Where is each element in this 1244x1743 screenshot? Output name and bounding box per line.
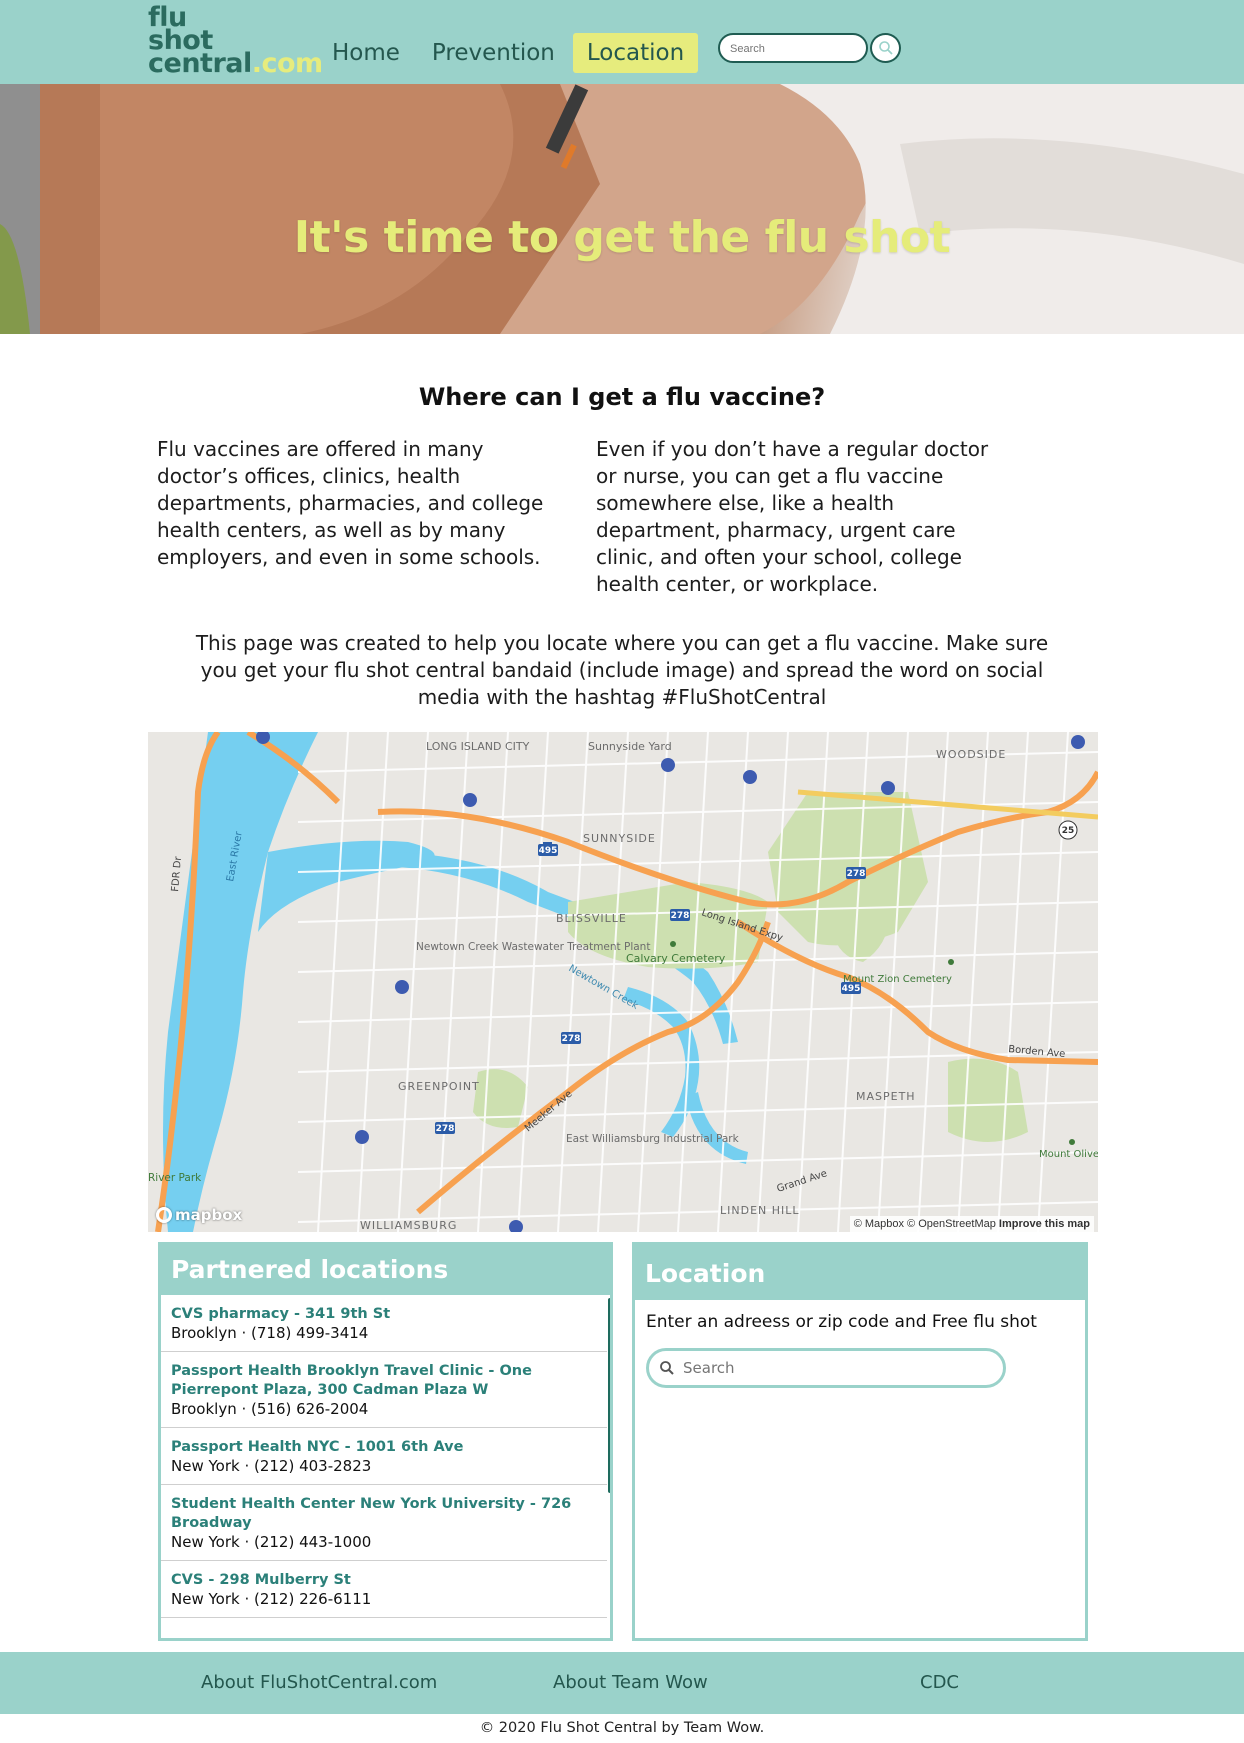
list-item[interactable]: Student Health Center New York Universit… [161, 1485, 607, 1561]
map-label-woodside: WOODSIDE [936, 748, 1006, 761]
header-search-input[interactable] [730, 43, 860, 55]
map-label-williamsburg: WILLIAMSBURG [360, 1219, 457, 1232]
map-shield-495-b: 495 [842, 984, 861, 994]
copyright-text: © 2020 Flu Shot Central by Team Wow. [479, 1720, 765, 1736]
intro-paragraph: This page was created to help you locate… [195, 631, 1049, 709]
map-shield-25: 25 [1062, 826, 1075, 836]
map-label-river-park: River Park [148, 1172, 202, 1184]
map-canvas[interactable]: 495 278 278 278 495 278 25 LONG ISLAND C… [148, 732, 1098, 1232]
map-shield-278-c: 278 [562, 1034, 581, 1044]
map-label-lic: LONG ISLAND CITY [426, 740, 530, 753]
location-map[interactable]: 495 278 278 278 495 278 25 LONG ISLAND C… [148, 732, 1098, 1232]
logo-suffix: .com [251, 48, 323, 79]
map-label-greenpoint: GREENPOINT [398, 1080, 480, 1093]
main-nav: Home Prevention Location [318, 33, 702, 73]
site-footer: About FluShotCentral.com About Team Wow … [0, 1652, 1244, 1714]
location-prompt: Enter an adreess or zip code and Free fl… [646, 1312, 1037, 1332]
map-label-newtown: Newtown Creek Wastewater Treatment Plant [416, 941, 650, 953]
map-label-linden-hill: LINDEN HILL [720, 1204, 800, 1217]
map-label-calvary: Calvary Cemetery [626, 952, 726, 965]
location-meta: New York · (212) 443-1000 [171, 1533, 372, 1551]
list-item[interactable]: Passport Health Brooklyn Travel Clinic -… [161, 1352, 607, 1428]
site-header: flu shot central.com Home Prevention Loc… [0, 0, 1244, 84]
map-label-sunnyside-yard: Sunnyside Yard [588, 740, 672, 753]
header-search-button[interactable] [870, 33, 901, 63]
map-shield-278-b: 278 [847, 869, 866, 879]
logo-line3: central.com [148, 50, 323, 77]
hero-photo [0, 84, 1244, 334]
logo-line3-text: central [148, 48, 252, 79]
paragraph-left: Flu vaccines are offered in many doctor’… [157, 437, 544, 569]
location-name[interactable]: CVS - 298 Mulberry St [171, 1571, 597, 1590]
location-search-input[interactable] [683, 1359, 983, 1377]
footer-link-about-team[interactable]: About Team Wow [553, 1672, 708, 1693]
mapbox-logo-text: mapbox [175, 1206, 243, 1224]
map-attribution-text[interactable]: © Mapbox © OpenStreetMap [854, 1218, 996, 1230]
map-shield-278-d: 278 [436, 1124, 455, 1134]
header-search [718, 33, 868, 63]
map-label-maspeth: MASPETH [856, 1090, 916, 1103]
map-label-mount-zion: Mount Zion Cemetery [843, 974, 952, 985]
section-title: Where can I get a flu vaccine? [418, 383, 826, 411]
nav-home[interactable]: Home [318, 33, 414, 73]
location-meta: New York · (212) 226-6111 [171, 1590, 372, 1608]
map-label-sunnyside: SUNNYSIDE [583, 832, 656, 845]
map-shield-278-a: 278 [671, 911, 690, 921]
magnifier-icon [878, 41, 893, 55]
location-name[interactable]: CVS pharmacy - 341 9th St [171, 1305, 597, 1324]
map-label-ewip: East Williamsburg Industrial Park [566, 1133, 740, 1145]
nav-location[interactable]: Location [572, 33, 699, 73]
location-name[interactable]: Passport Health Brooklyn Travel Clinic -… [171, 1362, 597, 1400]
map-label-blissville: BLISSVILLE [556, 912, 627, 925]
partnered-locations-title: Partnered locations [161, 1245, 610, 1295]
location-list[interactable]: CVS pharmacy - 341 9th St Brooklyn · (71… [161, 1295, 610, 1638]
partnered-locations-panel: Partnered locations CVS pharmacy - 341 9… [158, 1242, 613, 1641]
location-name[interactable]: Student Health Center New York Universit… [171, 1495, 597, 1533]
location-panel-title: Location [635, 1245, 1085, 1300]
search-icon [660, 1361, 674, 1375]
list-item[interactable]: Passport Health NYC - 1001 6th Ave New Y… [161, 1428, 607, 1485]
map-attribution: © Mapbox © OpenStreetMap Improve this ma… [849, 1216, 1094, 1232]
footer-link-about-site[interactable]: About FluShotCentral.com [201, 1672, 437, 1693]
nav-prevention[interactable]: Prevention [418, 33, 569, 73]
hero-title: It's time to get the flu shot [293, 212, 951, 263]
footer-link-cdc[interactable]: CDC [920, 1672, 959, 1693]
improve-map-link[interactable]: Improve this map [999, 1218, 1090, 1230]
list-item[interactable]: CVS - 298 Mulberry St New York · (212) 2… [161, 1561, 607, 1618]
location-name[interactable]: Passport Health NYC - 1001 6th Ave [171, 1438, 597, 1457]
map-label-mount-olivet: Mount Olivet Cemetery [1039, 1149, 1098, 1160]
map-shield-495-a: 495 [539, 846, 558, 856]
paragraph-right: Even if you don’t have a regular doctor … [596, 437, 989, 596]
location-search-panel: Location Enter an adreess or zip code an… [632, 1242, 1088, 1641]
list-scrollbar[interactable] [608, 1298, 610, 1493]
mapbox-ring-icon [156, 1207, 172, 1223]
hero-banner: It's time to get the flu shot [0, 84, 1244, 334]
location-meta: New York · (212) 403-2823 [171, 1457, 372, 1475]
location-meta: Brooklyn · (718) 499-3414 [171, 1324, 369, 1342]
location-meta: Brooklyn · (516) 626-2004 [171, 1400, 369, 1418]
list-item[interactable]: CVS pharmacy - 341 9th St Brooklyn · (71… [161, 1295, 607, 1352]
location-search-box [646, 1348, 1006, 1388]
mapbox-logo[interactable]: mapbox [156, 1206, 242, 1224]
site-logo[interactable]: flu shot central.com [148, 4, 323, 77]
